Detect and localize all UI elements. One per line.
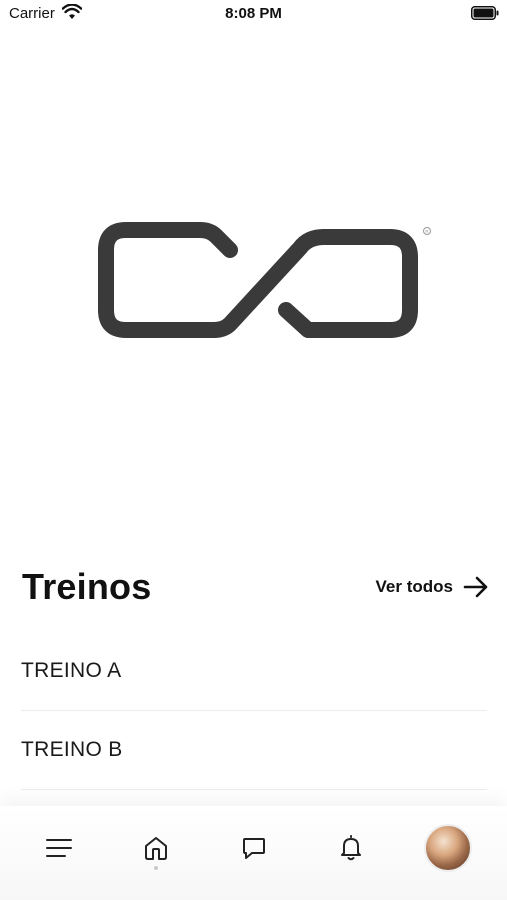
home-icon bbox=[145, 837, 167, 860]
section-title: Treinos bbox=[22, 566, 152, 607]
chat-icon bbox=[243, 838, 265, 859]
clock: 8:08 PM bbox=[225, 5, 282, 22]
workout-label: TREINO B bbox=[21, 738, 123, 761]
battery-icon bbox=[471, 6, 499, 20]
bell-icon bbox=[341, 835, 361, 861]
brand-logo: R bbox=[98, 222, 431, 338]
tab-menu[interactable] bbox=[29, 826, 89, 870]
app-screen: Carrier 8:08 PM R Treinos Ver todos TREI… bbox=[0, 0, 507, 900]
avatar[interactable] bbox=[424, 824, 472, 872]
tab-home[interactable] bbox=[126, 826, 186, 870]
svg-text:R: R bbox=[425, 229, 429, 234]
active-tab-indicator bbox=[154, 866, 158, 870]
see-all-button[interactable]: Ver todos bbox=[376, 573, 489, 601]
menu-icon bbox=[46, 839, 72, 857]
list-item[interactable]: TREINO B bbox=[21, 711, 487, 790]
tab-notifications[interactable] bbox=[321, 826, 381, 870]
list-item[interactable]: TREINO A bbox=[21, 632, 487, 711]
see-all-label: Ver todos bbox=[375, 577, 453, 596]
tab-chat[interactable] bbox=[224, 826, 284, 870]
arrow-right-icon bbox=[463, 576, 488, 598]
workout-list: TREINO A TREINO B bbox=[21, 632, 487, 790]
status-bar: Carrier 8:08 PM bbox=[0, 0, 507, 28]
workout-label: TREINO A bbox=[21, 659, 122, 682]
